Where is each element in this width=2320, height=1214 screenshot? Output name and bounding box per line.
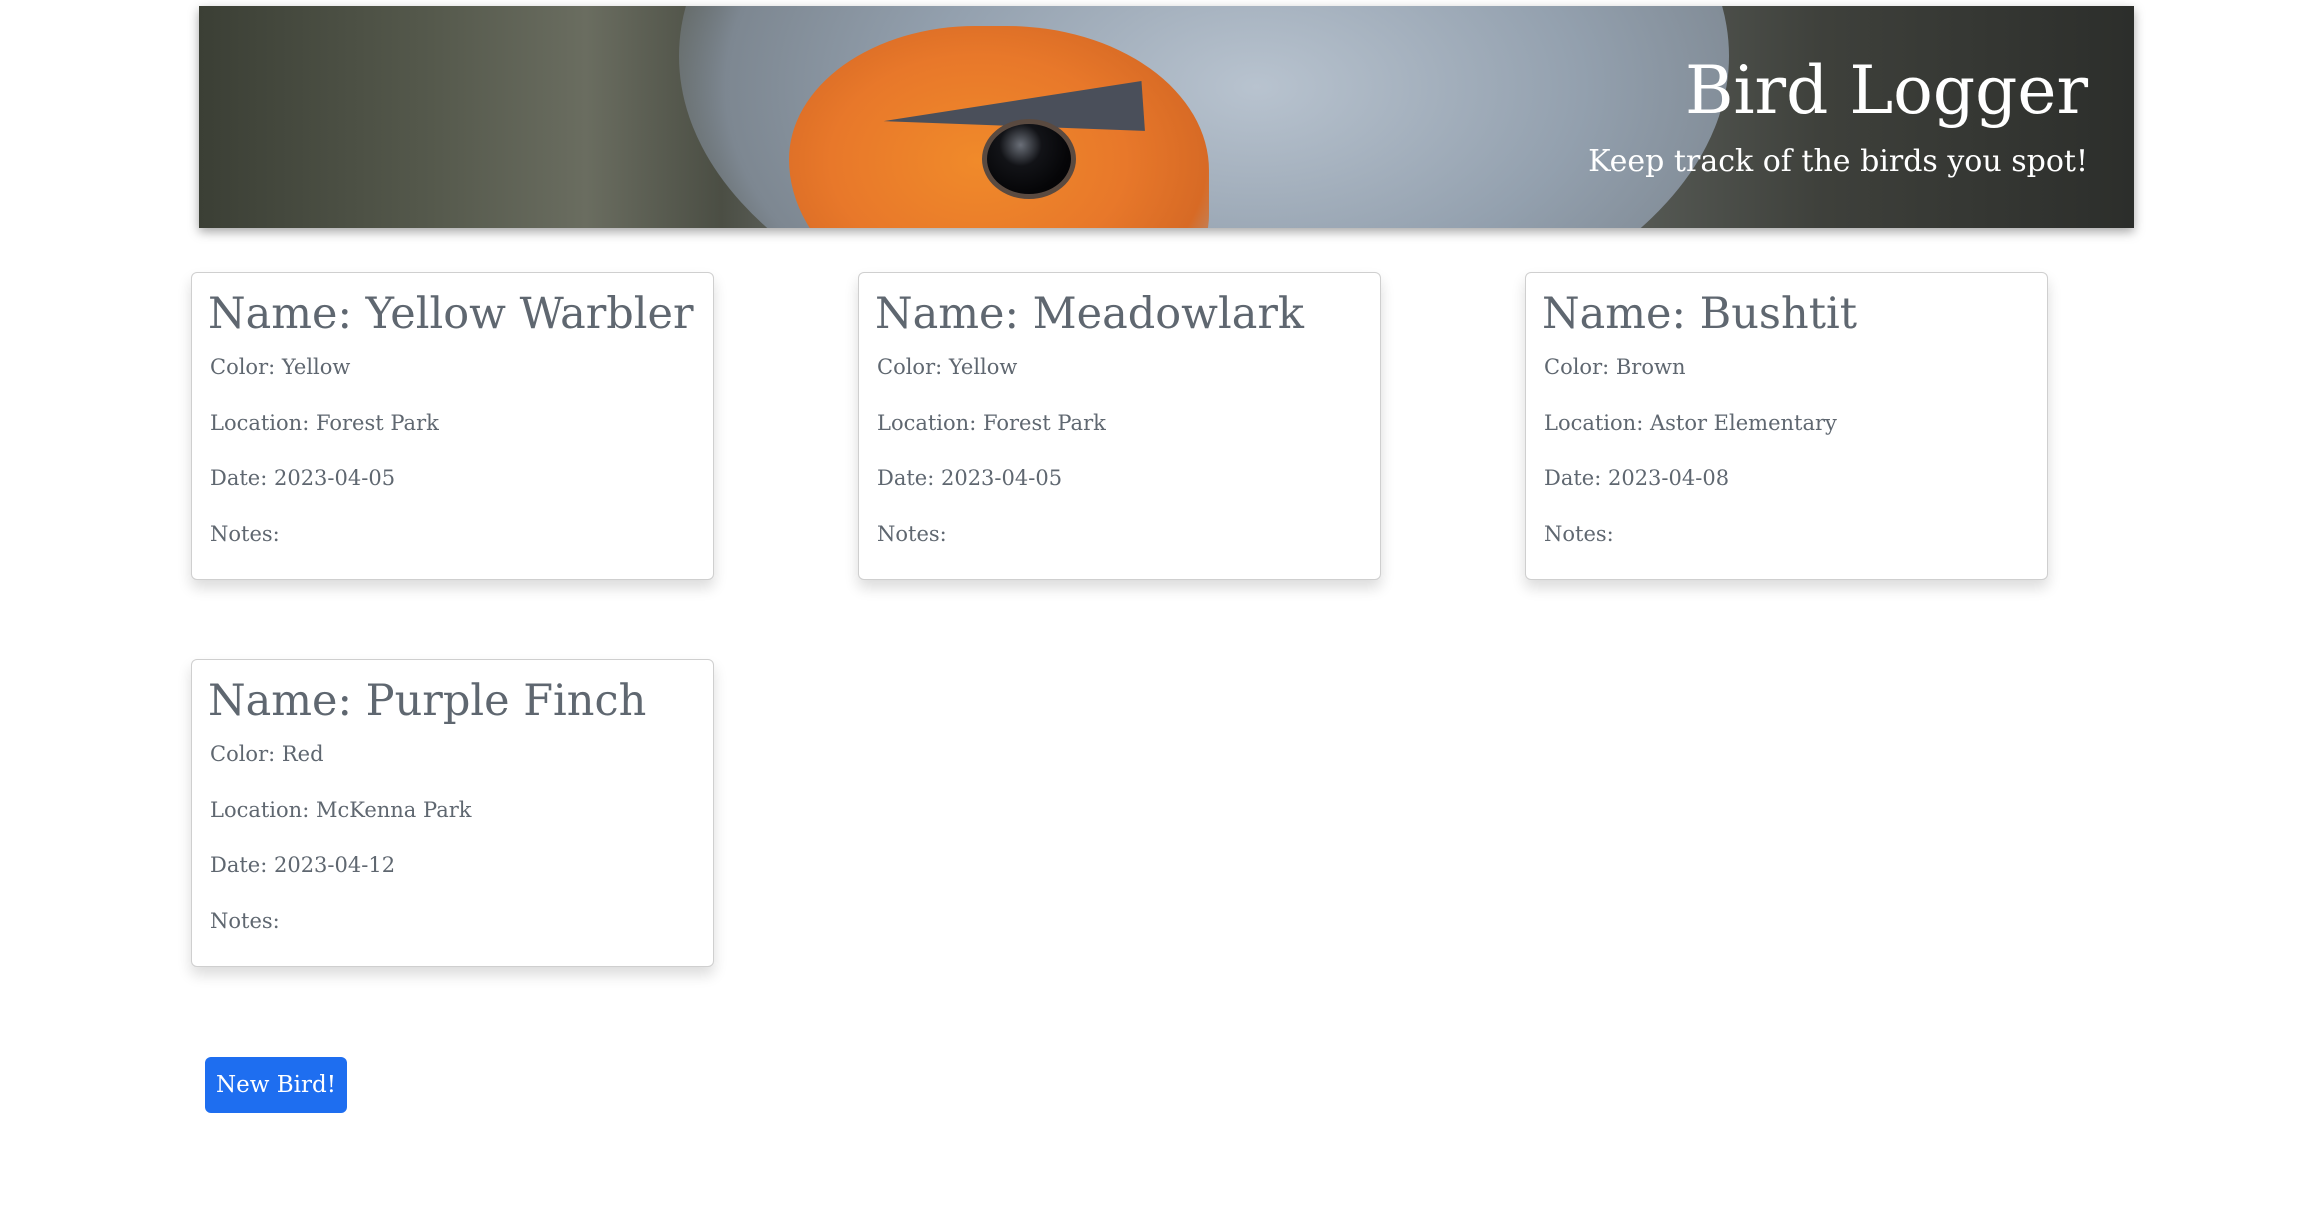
- bird-color: Color: Red: [210, 742, 324, 766]
- bird-card: Name: Yellow Warbler Color: Yellow Locat…: [191, 272, 714, 580]
- bird-name: Name: Meadowlark: [875, 289, 1304, 339]
- bird-card: Name: Bushtit Color: Brown Location: Ast…: [1525, 272, 2048, 580]
- bird-notes: Notes:: [210, 909, 280, 933]
- bird-location: Location: McKenna Park: [210, 798, 472, 822]
- bird-notes: Notes:: [1544, 522, 1614, 546]
- bird-card: Name: Meadowlark Color: Yellow Location:…: [858, 272, 1381, 580]
- bird-date: Date: 2023-04-12: [210, 853, 396, 877]
- bird-color: Color: Brown: [1544, 355, 1686, 379]
- page-subtitle: Keep track of the birds you spot!: [1588, 144, 2088, 179]
- robin-image-eye: [982, 119, 1076, 199]
- bird-date: Date: 2023-04-05: [210, 466, 396, 490]
- bird-color: Color: Yellow: [877, 355, 1018, 379]
- bird-location: Location: Forest Park: [210, 411, 439, 435]
- page-title: Bird Logger: [1684, 52, 2088, 129]
- bird-name: Name: Bushtit: [1542, 289, 1858, 339]
- bird-name: Name: Yellow Warbler: [208, 289, 694, 339]
- header-banner: Bird Logger Keep track of the birds you …: [199, 6, 2134, 228]
- bird-name: Name: Purple Finch: [208, 676, 647, 726]
- banner-text: Bird Logger Keep track of the birds you …: [1588, 46, 2088, 184]
- bird-date: Date: 2023-04-08: [1544, 466, 1730, 490]
- new-bird-button[interactable]: New Bird!: [205, 1057, 347, 1113]
- bird-notes: Notes:: [877, 522, 947, 546]
- bird-location: Location: Forest Park: [877, 411, 1106, 435]
- bird-date: Date: 2023-04-05: [877, 466, 1063, 490]
- bird-card: Name: Purple Finch Color: Red Location: …: [191, 659, 714, 967]
- bird-notes: Notes:: [210, 522, 280, 546]
- bird-color: Color: Yellow: [210, 355, 351, 379]
- bird-location: Location: Astor Elementary: [1544, 411, 1837, 435]
